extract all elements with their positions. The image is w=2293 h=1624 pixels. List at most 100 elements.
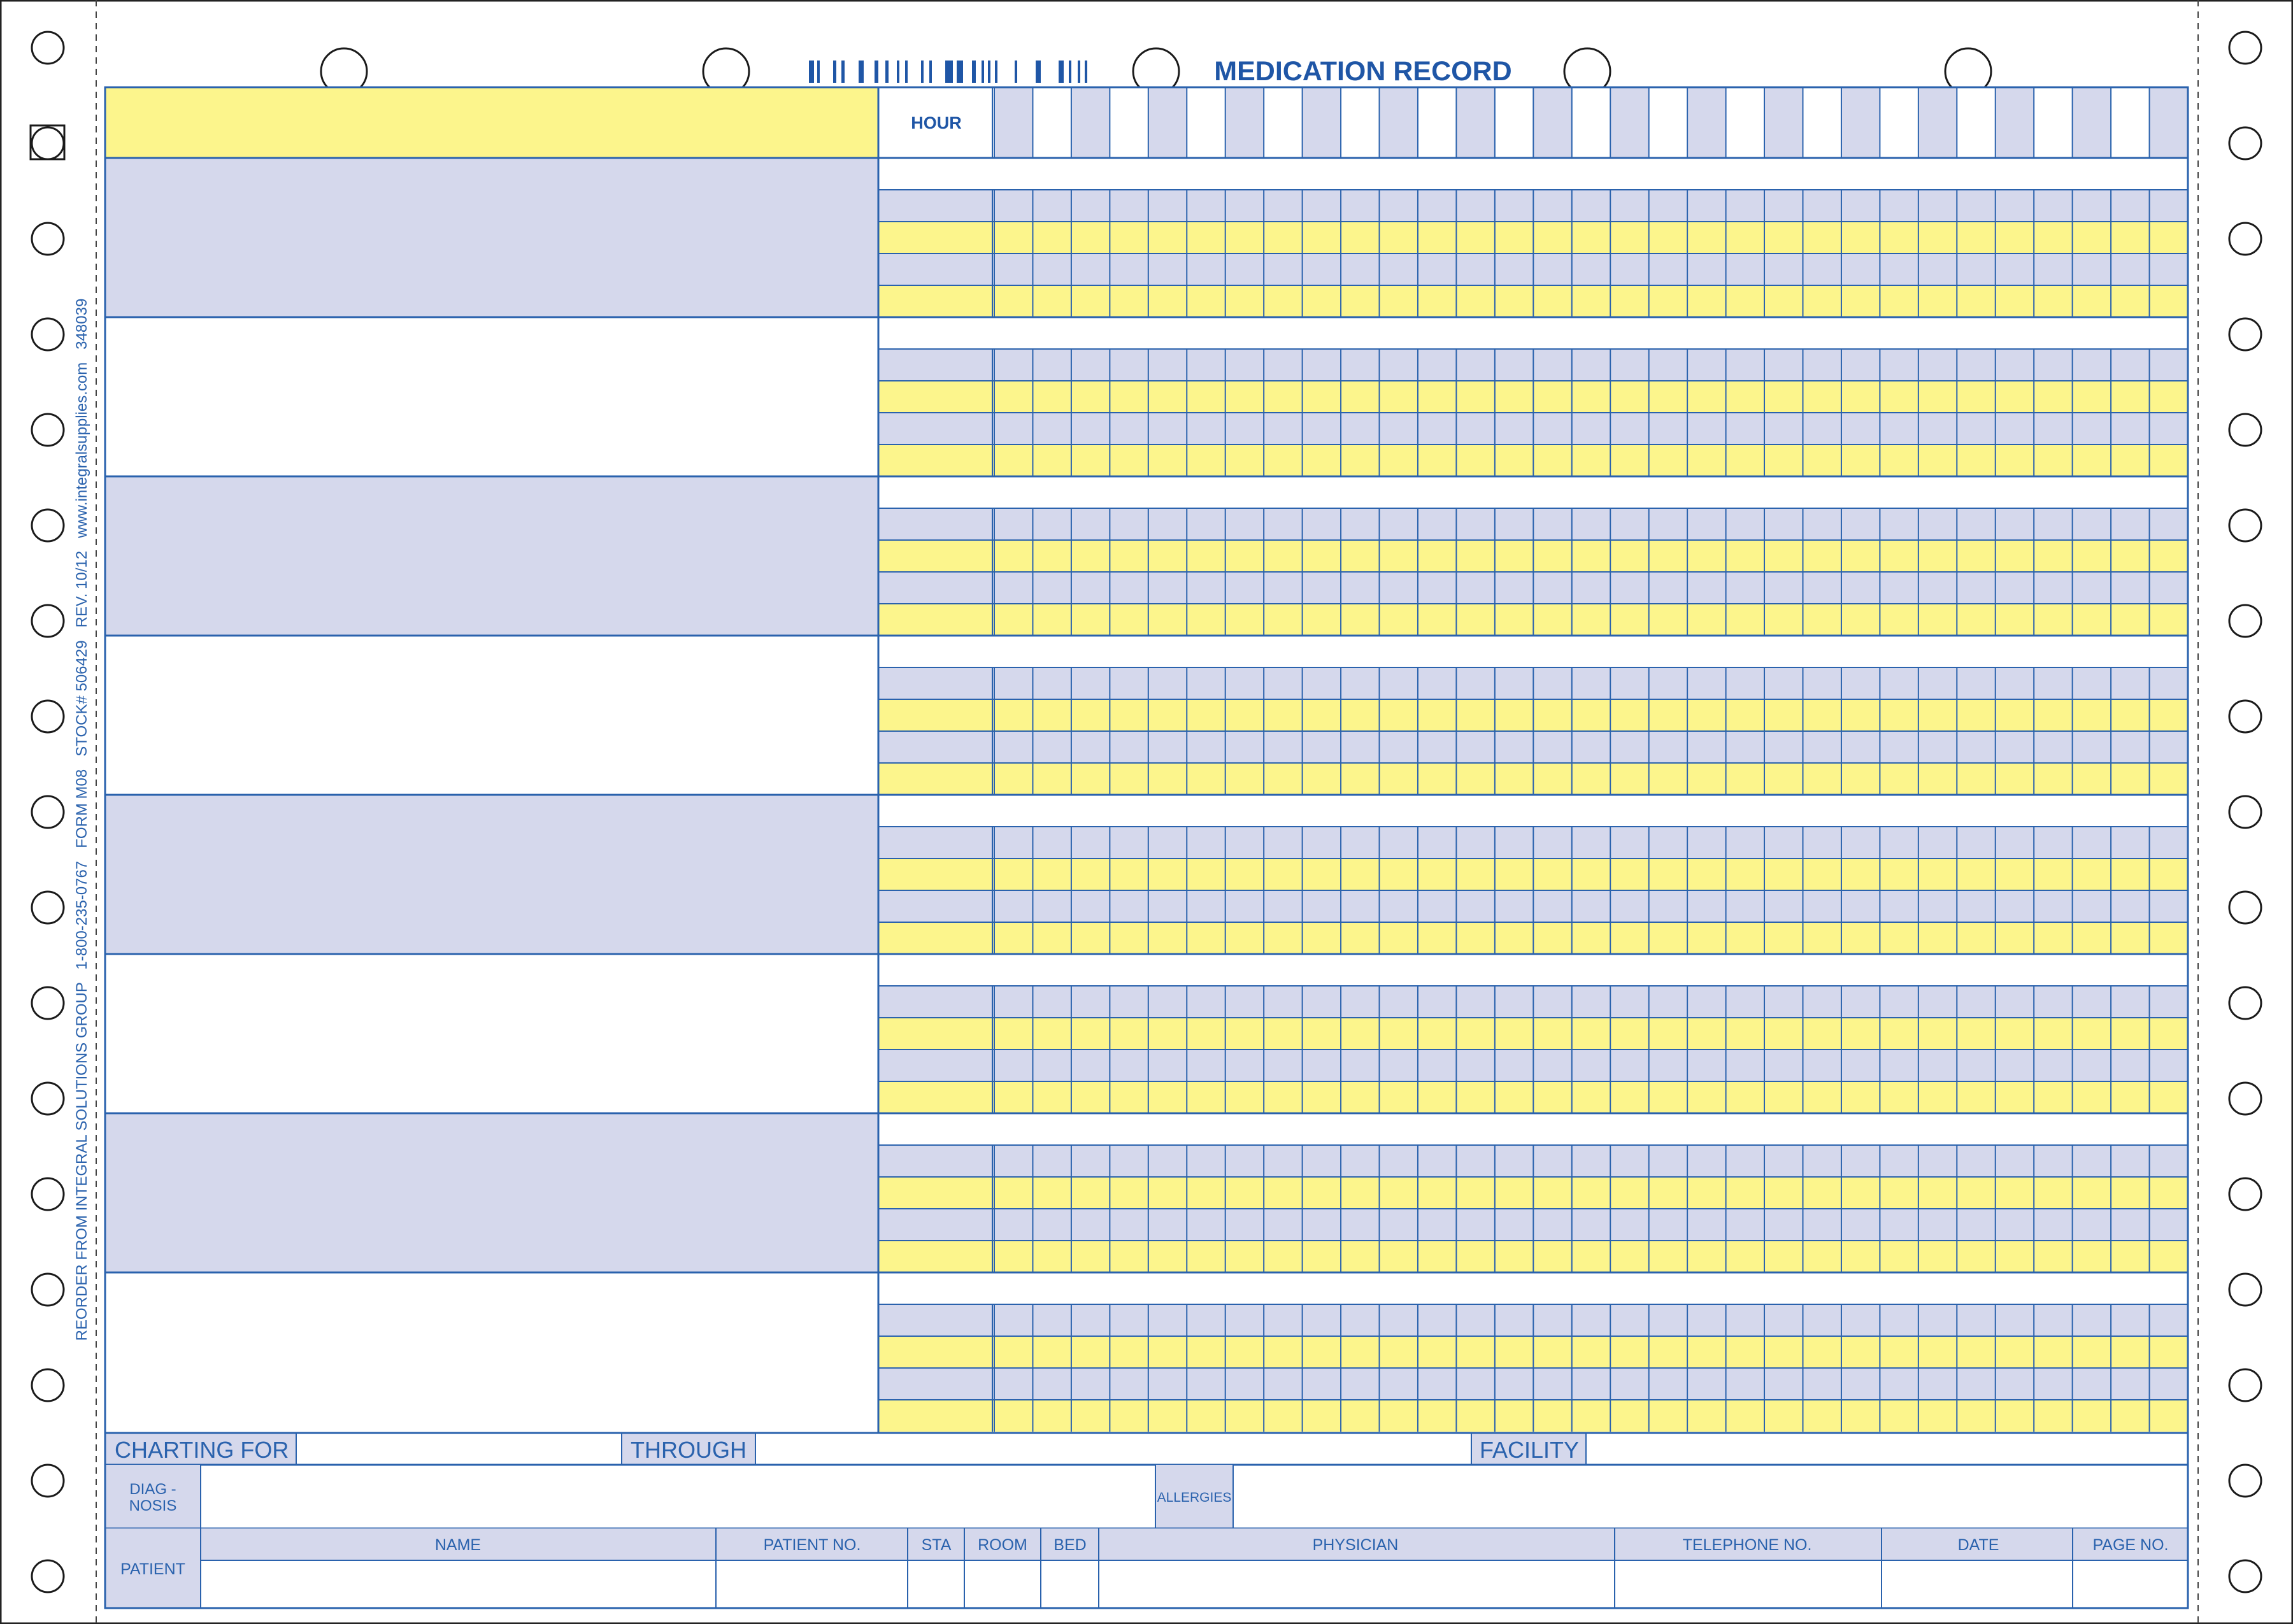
col-patient-no-label: PATIENT NO. [764, 1536, 861, 1554]
day-header-cell [1032, 87, 1071, 158]
block-top-strip [878, 1272, 2188, 1304]
medication-name-cell [105, 795, 878, 954]
day-header-cell [1341, 87, 1380, 158]
barcode-bar [841, 61, 845, 83]
barcode-bar [897, 61, 899, 83]
left-feed-hole-icon [31, 986, 65, 1020]
barcode-bar [921, 61, 924, 83]
col-sta-label: STA [922, 1536, 952, 1554]
barcode-bar [1015, 61, 1017, 83]
day-header-cell [1264, 87, 1303, 158]
right-feed-hole-icon [2228, 1177, 2262, 1211]
day-header-cell [1187, 87, 1225, 158]
side-print-info: REORDER FROM INTEGRAL SOLUTIONS GROUP 1-… [73, 299, 90, 1341]
barcode-bar [1069, 61, 1071, 83]
medication-name-cell [105, 158, 878, 317]
day-header-cell [1610, 87, 1649, 158]
day-header-cell [1725, 87, 1765, 158]
block-top-strip [878, 317, 2188, 349]
block-top-strip [878, 636, 2188, 667]
day-header-cell [1841, 87, 1880, 158]
day-header-cell [2072, 87, 2111, 158]
col-room-label: ROOM [978, 1536, 1027, 1554]
medication-grid [104, 86, 2189, 1434]
right-feed-hole-icon [2228, 126, 2262, 160]
day-header-cell [1456, 87, 1495, 158]
medication-block [105, 634, 2189, 795]
barcode-bar [972, 61, 976, 83]
day-header-cell [1225, 87, 1264, 158]
left-feed-hole-icon [31, 1081, 65, 1116]
reorder-info-text: REORDER FROM INTEGRAL SOLUTIONS GROUP 1-… [73, 299, 90, 1341]
barcode-bar [817, 61, 820, 83]
day-header-cell [2149, 87, 2188, 158]
barcode-bar [1059, 61, 1064, 83]
barcode-bar [988, 61, 990, 83]
day-header-cell [1148, 87, 1187, 158]
left-feed-hole-icon [31, 1177, 65, 1211]
left-feed-hole-icon [31, 126, 65, 160]
medication-block [105, 953, 2189, 1113]
patient-column-header-band [201, 1528, 2188, 1560]
left-feed-hole-icon [31, 1368, 65, 1402]
day-header-cell [1648, 87, 1688, 158]
right-feed-hole-icon [2228, 1081, 2262, 1116]
block-top-strip [878, 1113, 2188, 1145]
day-header-cell [1110, 87, 1148, 158]
block-top-strip [878, 795, 2188, 827]
day-header-cell [1995, 87, 2034, 158]
col-physician-label: PHYSICIAN [1313, 1536, 1399, 1554]
left-feed-hole-icon [31, 317, 65, 352]
barcode-bar [885, 61, 889, 83]
medication-block [105, 475, 2189, 636]
right-feed-hole-icon [2228, 508, 2262, 543]
barcode-bar [982, 61, 984, 83]
diagnosis-label-line1: DIAG - [129, 1481, 176, 1498]
block-top-strip [878, 158, 2188, 190]
medication-block [105, 1112, 2189, 1272]
medication-name-cell [105, 636, 878, 795]
left-feed-hole-icon [31, 31, 65, 65]
medication-block [105, 794, 2189, 954]
col-name-label: NAME [435, 1536, 481, 1554]
right-feed-hole-icon [2228, 222, 2262, 256]
col-telephone-label: TELEPHONE NO. [1683, 1536, 1812, 1554]
barcode-bar [1036, 61, 1041, 83]
right-feed-hole-icon [2228, 890, 2262, 925]
right-feed-hole-icon [2228, 1368, 2262, 1402]
day-header-cell [1302, 87, 1341, 158]
medication-record-form: MEDICATION RECORD REORDER FROM INTEGRAL … [0, 0, 2293, 1624]
block-top-strip [878, 476, 2188, 508]
day-header-cell [1957, 87, 1996, 158]
barcode-bar [809, 61, 814, 83]
right-feed-hole-icon [2228, 699, 2262, 734]
left-feed-hole-icon [31, 1272, 65, 1307]
barcode-bar [1078, 61, 1080, 83]
medication-header-cell [105, 87, 878, 158]
charting-for-label: CHARTING FOR [115, 1437, 289, 1463]
right-feed-hole-icon [2228, 604, 2262, 638]
right-feed-hole-icon [2228, 986, 2262, 1020]
barcode-bar [995, 61, 997, 83]
medication-name-cell [105, 317, 878, 476]
day-header-cell [1687, 87, 1726, 158]
hour-label: HOUR [911, 113, 962, 132]
right-feed-hole-icon [2228, 317, 2262, 352]
patient-label: PATIENT [120, 1560, 185, 1578]
barcode-bar [859, 61, 864, 83]
day-header-cell [1417, 87, 1457, 158]
day-header-cell [1764, 87, 1803, 158]
day-header-cell [2111, 87, 2150, 158]
right-feed-hole-icon [2228, 1272, 2262, 1307]
medication-name-cell [105, 1272, 878, 1432]
right-feed-hole-icon [2228, 31, 2262, 65]
left-feed-hole-icon [31, 222, 65, 256]
barcode-bar [875, 61, 878, 83]
medication-block [105, 157, 2189, 317]
left-feed-hole-icon [31, 1559, 65, 1593]
left-feed-hole-icon [31, 795, 65, 829]
diagnosis-label-line2: NOSIS [129, 1497, 177, 1514]
barcode-bar [945, 61, 953, 83]
right-feed-hole-icon [2228, 1559, 2262, 1593]
day-header-cell [1803, 87, 1841, 158]
